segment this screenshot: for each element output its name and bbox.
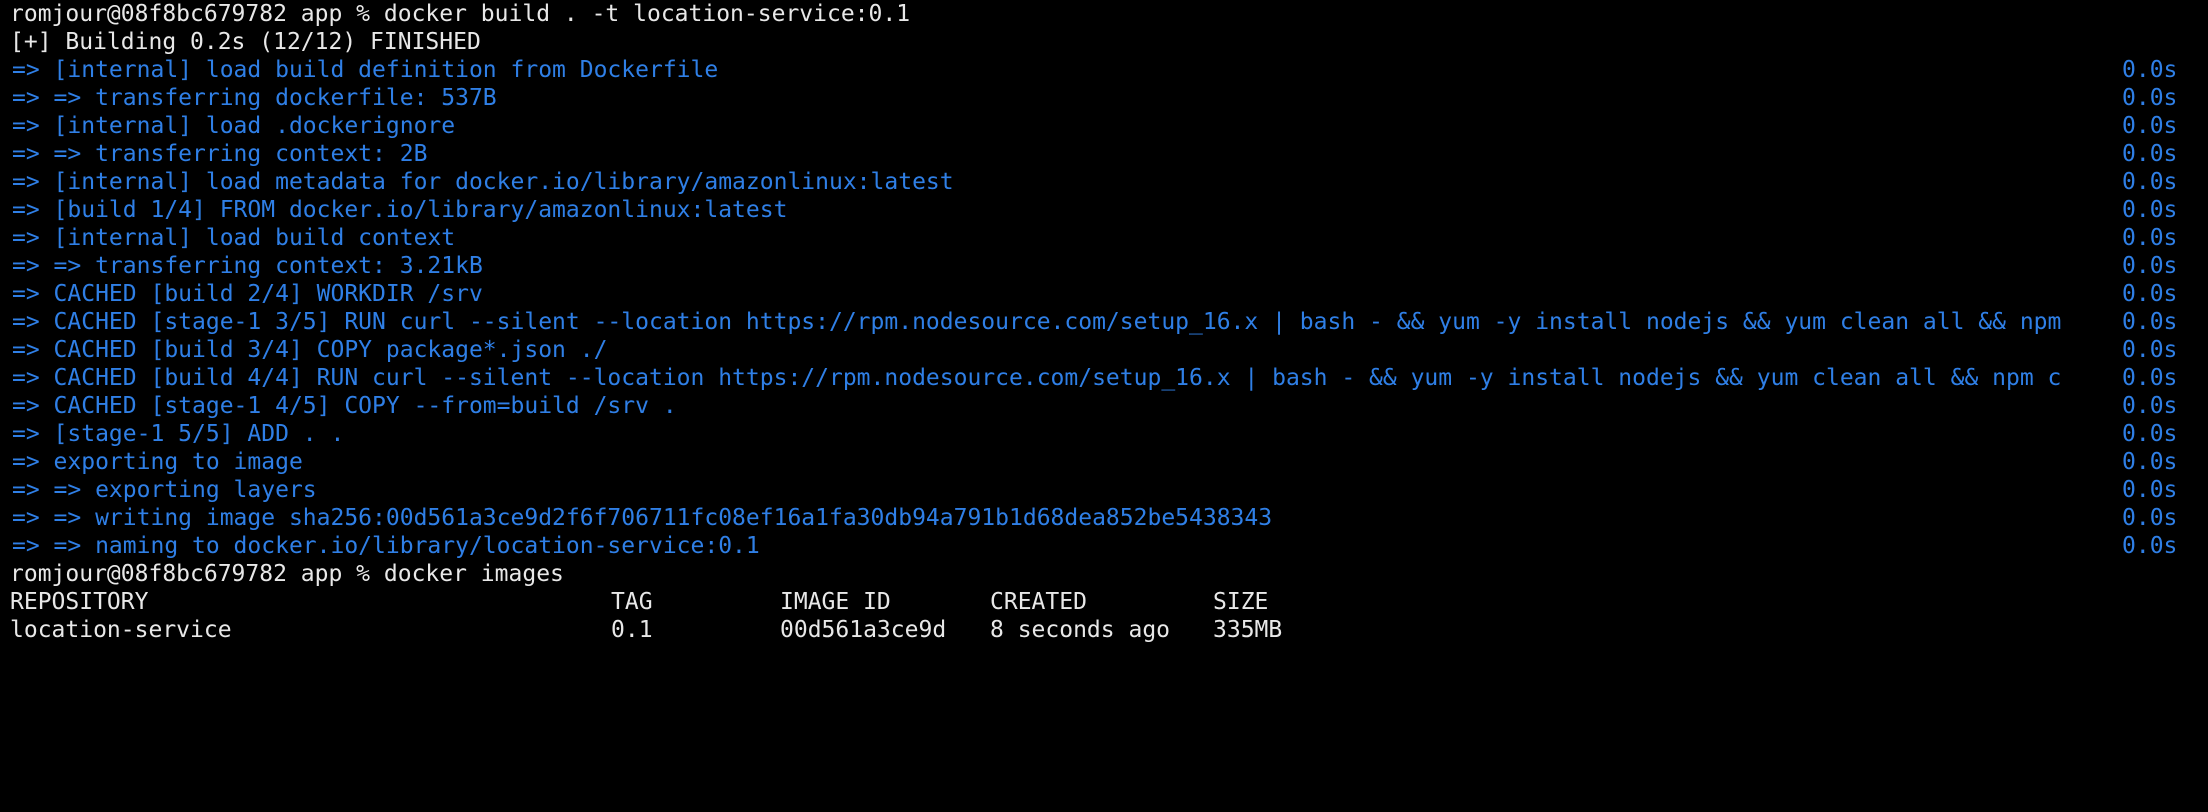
build-step-text: => [internal] load build context [12, 225, 456, 251]
build-step-line: => [internal] load build definition from… [0, 56, 2208, 84]
build-status-line: [+] Building 0.2s (12/12) FINISHED [10, 29, 481, 55]
build-step-line: => => transferring context: 3.21kB 0.0s [0, 252, 2208, 280]
build-step-line: => CACHED [build 4/4] RUN curl --silent … [0, 364, 2208, 392]
cell-size: 335MB [1213, 617, 1283, 643]
header-repository: REPOSITORY [10, 589, 149, 615]
build-step-text: => exporting to image [12, 449, 303, 475]
header-tag: TAG [611, 589, 653, 615]
terminal-window[interactable]: romjour@08f8bc679782 app % docker build … [0, 0, 2208, 648]
build-step-time: 0.0s [2122, 533, 2178, 559]
images-command-line: romjour@08f8bc679782 app % docker images [10, 561, 564, 587]
build-step-text: => CACHED [build 3/4] COPY package*.json… [12, 337, 608, 363]
build-step-text: => [build 1/4] FROM docker.io/library/am… [12, 197, 788, 223]
build-step-time: 0.0s [2122, 253, 2178, 279]
build-step-time: 0.0s [2122, 197, 2178, 223]
build-step-text: => [internal] load metadata for docker.i… [12, 169, 954, 195]
build-step-line: => [internal] load build context 0.0s [0, 224, 2208, 252]
build-step-time: 0.0s [2122, 85, 2178, 111]
build-step-text: => [internal] load .dockerignore [12, 113, 456, 139]
build-step-time: 0.0s [2122, 225, 2178, 251]
build-step-time: 0.0s [2122, 505, 2178, 531]
images-table-row: location-service 0.1 00d561a3ce9d 8 seco… [0, 616, 2208, 644]
build-step-line: => => transferring dockerfile: 537B 0.0s [0, 84, 2208, 112]
build-step-line: => CACHED [stage-1 3/5] RUN curl --silen… [0, 308, 2208, 336]
images-table-header: REPOSITORY TAG IMAGE ID CREATED SIZE [0, 588, 2208, 616]
header-size: SIZE [1213, 589, 1269, 615]
build-step-time: 0.0s [2122, 337, 2178, 363]
build-step-text: => => transferring dockerfile: 537B [12, 85, 497, 111]
build-step-line: => => naming to docker.io/library/locati… [0, 532, 2208, 560]
build-step-time: 0.0s [2122, 57, 2178, 83]
build-step-text: => CACHED [stage-1 4/5] COPY --from=buil… [12, 393, 677, 419]
cell-repository: location-service [10, 617, 232, 643]
build-step-text: => => exporting layers [12, 477, 317, 503]
build-step-line: => CACHED [build 3/4] COPY package*.json… [0, 336, 2208, 364]
build-step-line: => => writing image sha256:00d561a3ce9d2… [0, 504, 2208, 532]
build-step-line: => [internal] load .dockerignore 0.0s [0, 112, 2208, 140]
build-step-time: 0.0s [2122, 421, 2178, 447]
build-step-time: 0.0s [2122, 113, 2178, 139]
build-step-time: 0.0s [2122, 393, 2178, 419]
build-step-text: => => writing image sha256:00d561a3ce9d2… [12, 505, 1273, 531]
build-command-line: romjour@08f8bc679782 app % docker build … [10, 1, 911, 27]
build-step-line: => [stage-1 5/5] ADD . . 0.0s [0, 420, 2208, 448]
build-step-text: => CACHED [stage-1 3/5] RUN curl --silen… [12, 309, 2062, 335]
build-step-text: => => naming to docker.io/library/locati… [12, 533, 760, 559]
build-step-line: => exporting to image 0.0s [0, 448, 2208, 476]
build-step-text: => CACHED [build 2/4] WORKDIR /srv [12, 281, 483, 307]
build-step-line: => [build 1/4] FROM docker.io/library/am… [0, 196, 2208, 224]
build-step-time: 0.0s [2122, 281, 2178, 307]
build-step-text: => [stage-1 5/5] ADD . . [12, 421, 345, 447]
cell-created: 8 seconds ago [990, 617, 1171, 643]
build-step-line: => => exporting layers 0.0s [0, 476, 2208, 504]
build-step-line: => CACHED [stage-1 4/5] COPY --from=buil… [0, 392, 2208, 420]
cell-tag: 0.1 [611, 617, 653, 643]
build-step-line: => => transferring context: 2B 0.0s [0, 140, 2208, 168]
build-step-time: 0.0s [2122, 169, 2178, 195]
build-step-text: => => transferring context: 3.21kB [12, 253, 483, 279]
build-step-time: 0.0s [2122, 365, 2178, 391]
build-step-text: => CACHED [build 4/4] RUN curl --silent … [12, 365, 2062, 391]
header-created: CREATED [990, 589, 1087, 615]
build-step-line: => [internal] load metadata for docker.i… [0, 168, 2208, 196]
build-step-time: 0.0s [2122, 477, 2178, 503]
build-step-line: => CACHED [build 2/4] WORKDIR /srv 0.0s [0, 280, 2208, 308]
cell-image-id: 00d561a3ce9d [780, 617, 947, 643]
build-step-time: 0.0s [2122, 449, 2178, 475]
build-step-text: => => transferring context: 2B [12, 141, 428, 167]
build-step-text: => [internal] load build definition from… [12, 57, 719, 83]
build-step-time: 0.0s [2122, 141, 2178, 167]
header-image-id: IMAGE ID [780, 589, 891, 615]
build-step-time: 0.0s [2122, 309, 2178, 335]
